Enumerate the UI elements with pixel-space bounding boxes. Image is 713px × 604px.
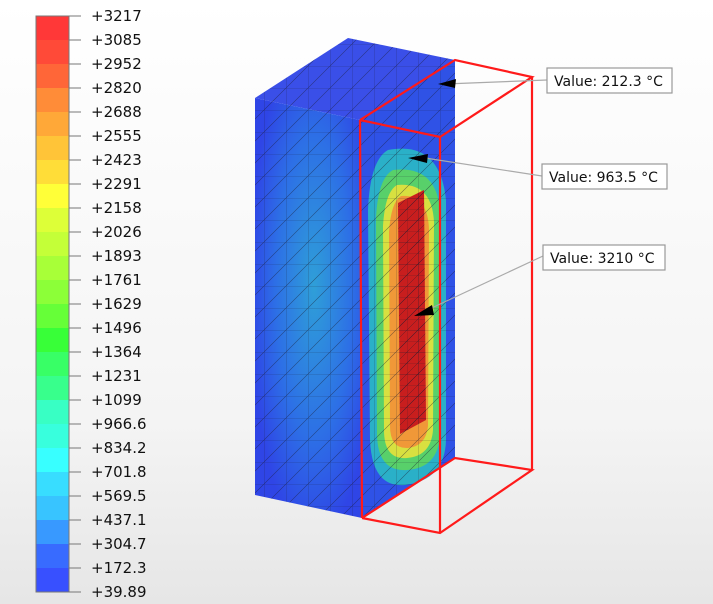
callout-2[interactable]: Value: 963.5 °C bbox=[541, 163, 668, 190]
legend-swatch bbox=[36, 448, 69, 472]
legend-swatch bbox=[36, 352, 69, 376]
legend-swatch bbox=[36, 376, 69, 400]
legend-swatch bbox=[36, 496, 69, 520]
callout-text: Value: 963.5 °C bbox=[549, 170, 658, 186]
legend-label: +834.2 bbox=[91, 439, 147, 457]
legend-swatch bbox=[36, 64, 69, 88]
legend-label: +569.5 bbox=[91, 487, 147, 505]
legend-swatch bbox=[36, 88, 69, 112]
legend-swatch bbox=[36, 472, 69, 496]
legend-label: +2423 bbox=[91, 151, 142, 169]
legend-label: +1761 bbox=[91, 271, 142, 289]
legend-label: +304.7 bbox=[91, 535, 147, 553]
legend-label: +2820 bbox=[91, 79, 142, 97]
legend-label: +1629 bbox=[91, 295, 142, 313]
legend-label: +2026 bbox=[91, 223, 142, 241]
legend-swatch bbox=[36, 544, 69, 568]
legend-label: +172.3 bbox=[91, 559, 147, 577]
fem-viewport[interactable]: +3217 +3085 +2952 +2820 +2688 +2555 +2423 +2291… bbox=[0, 0, 713, 604]
legend-swatch bbox=[36, 424, 69, 448]
legend-label: +1496 bbox=[91, 319, 142, 337]
legend-swatch bbox=[36, 328, 69, 352]
legend-label: +2291 bbox=[91, 175, 142, 193]
legend-swatch bbox=[36, 400, 69, 424]
legend-label: +2158 bbox=[91, 199, 142, 217]
heat-block-model[interactable] bbox=[255, 38, 548, 535]
legend-label: +2555 bbox=[91, 127, 142, 145]
legend-swatch bbox=[36, 40, 69, 64]
legend-swatch bbox=[36, 280, 69, 304]
legend-label: +2952 bbox=[91, 55, 142, 73]
callout-1[interactable]: Value: 212.3 °C bbox=[546, 67, 673, 94]
legend-swatch bbox=[36, 136, 69, 160]
legend-label: +1231 bbox=[91, 367, 142, 385]
legend-label: +437.1 bbox=[91, 511, 147, 529]
legend-swatch bbox=[36, 232, 69, 256]
legend-swatch bbox=[36, 256, 69, 280]
legend-swatch bbox=[36, 112, 69, 136]
legend-swatch bbox=[36, 160, 69, 184]
legend-swatch bbox=[36, 208, 69, 232]
legend-swatch bbox=[36, 520, 69, 544]
legend-label: +39.89 bbox=[91, 583, 147, 601]
legend-label: +1364 bbox=[91, 343, 142, 361]
legend-swatch bbox=[36, 184, 69, 208]
legend-label: +1099 bbox=[91, 391, 142, 409]
legend-label: +2688 bbox=[91, 103, 142, 121]
color-legend: +3217 +3085 +2952 +2820 +2688 +2555 +2423 +2291… bbox=[35, 7, 147, 601]
legend-swatch bbox=[36, 16, 69, 40]
legend-label: +966.6 bbox=[91, 415, 147, 433]
legend-label: +1893 bbox=[91, 247, 142, 265]
legend-label: +701.8 bbox=[91, 463, 147, 481]
legend-swatch bbox=[36, 304, 69, 328]
legend-label: +3217 bbox=[91, 7, 142, 25]
callout-3[interactable]: Value: 3210 °C bbox=[542, 244, 666, 271]
legend-swatch bbox=[36, 568, 69, 592]
value-callouts: Value: 212.3 °C Value: 963.5 °C Value: 321… bbox=[541, 67, 673, 271]
legend-label: +3085 bbox=[91, 31, 142, 49]
callout-text: Value: 212.3 °C bbox=[554, 74, 663, 90]
callout-text: Value: 3210 °C bbox=[550, 251, 655, 267]
